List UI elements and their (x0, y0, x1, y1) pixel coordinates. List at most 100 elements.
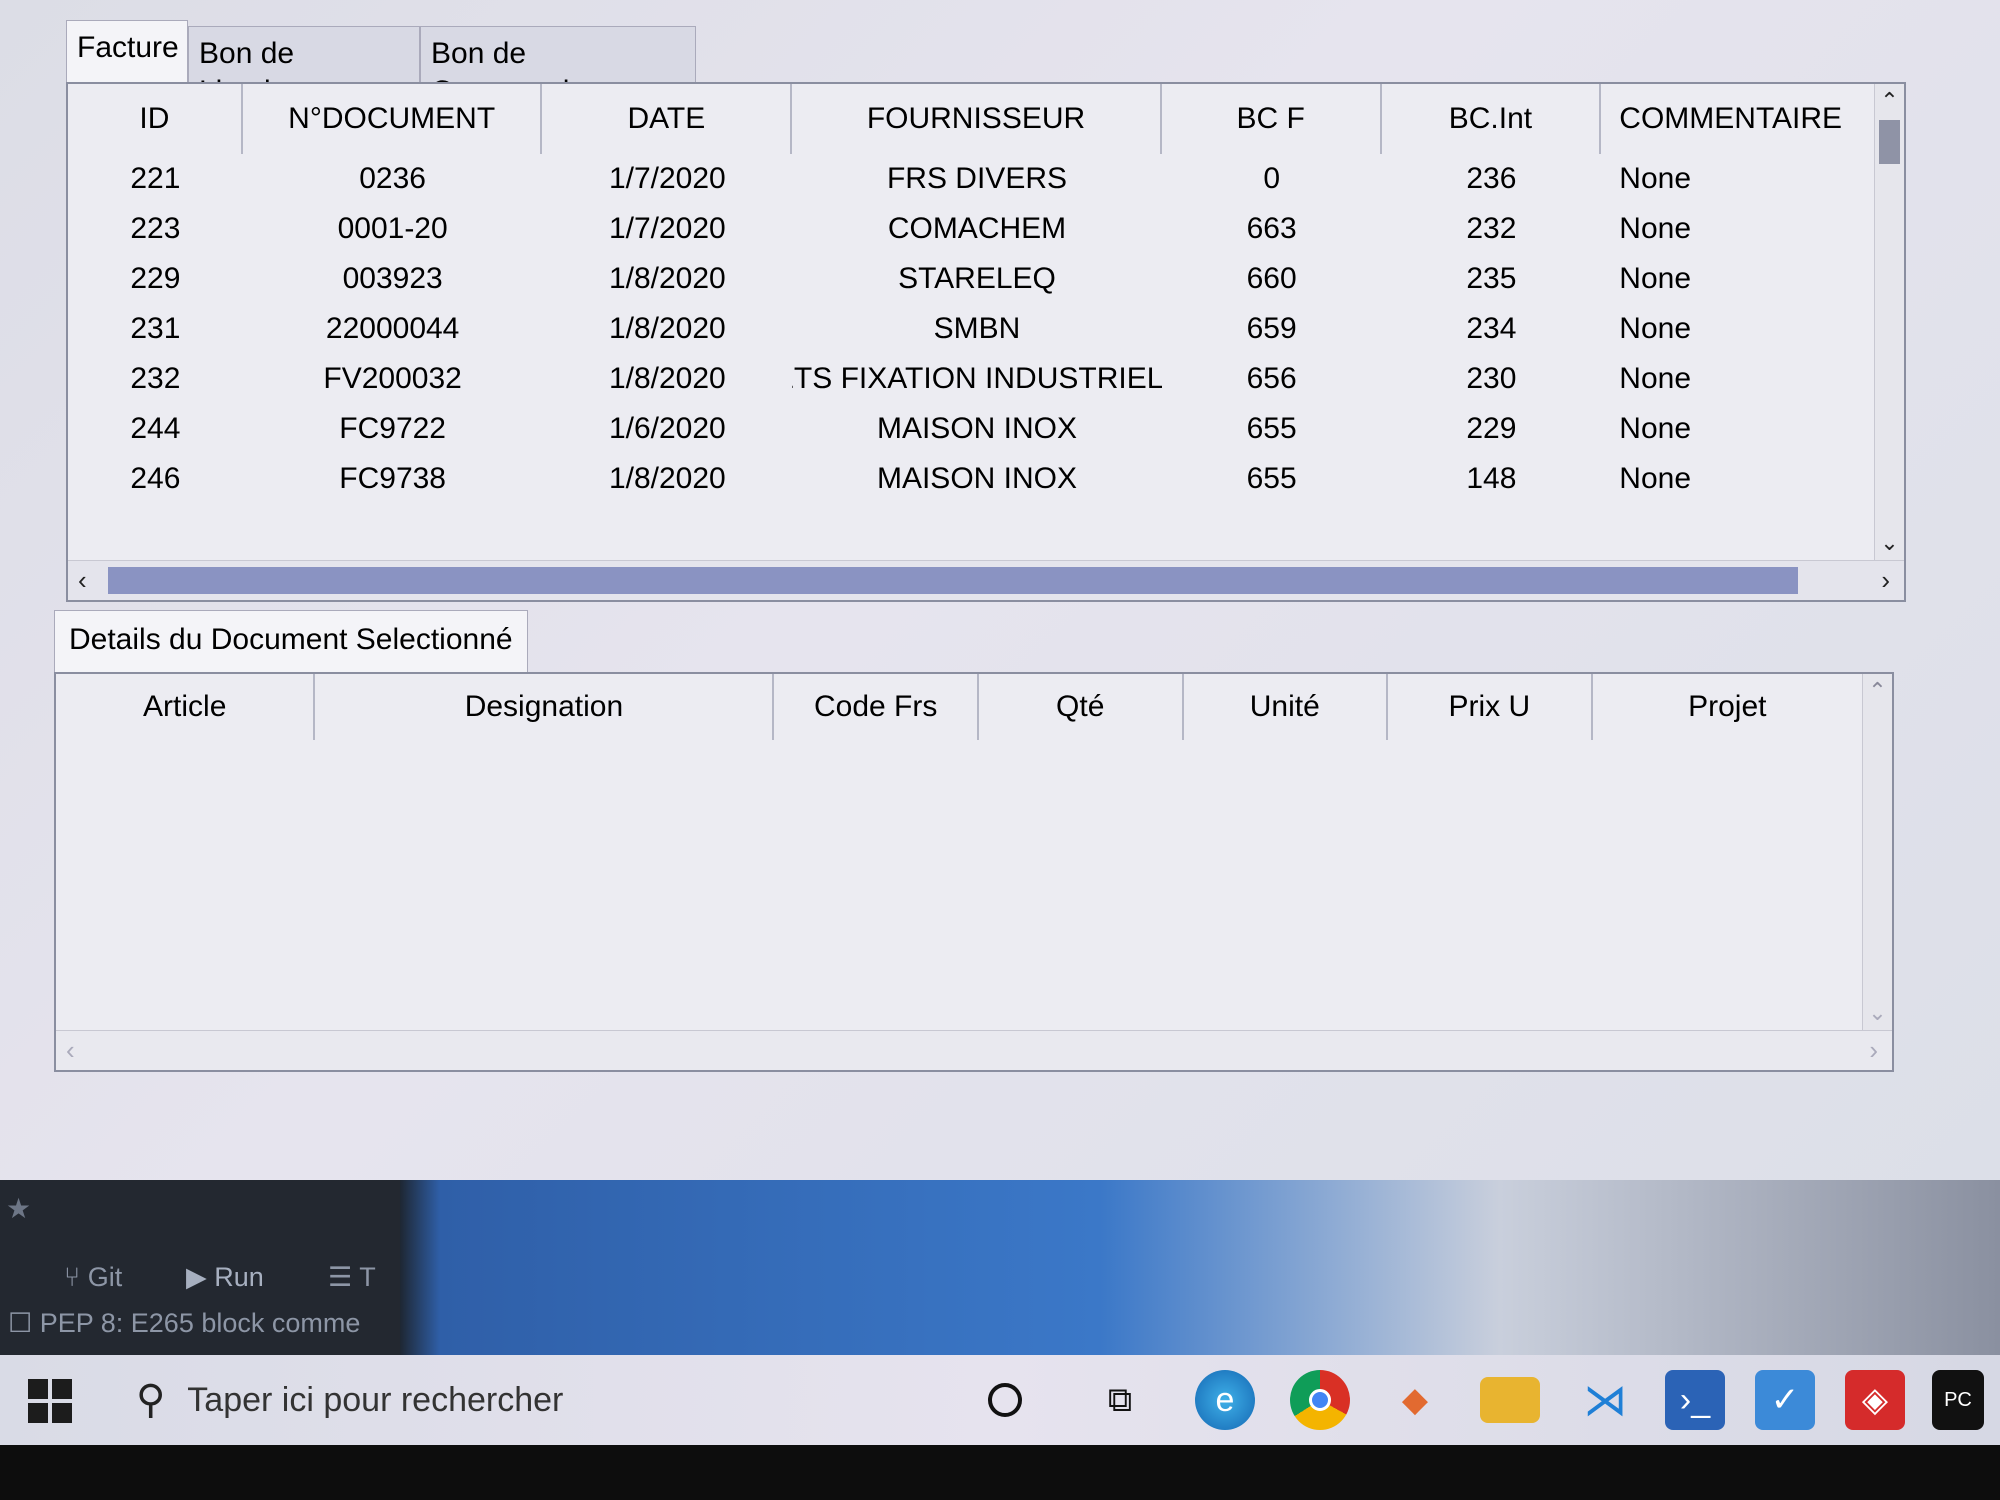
cell-bc-f: 655 (1246, 412, 1297, 445)
app-window: Facture Bon de Livraison Bon de Commande… (0, 0, 2000, 1180)
tab-bon-de-commande[interactable]: Bon de Commande (420, 26, 696, 108)
table-body: 221 0236 1/7/2020 FRS DIVERS 0 236 None 223 0001… (68, 154, 1874, 504)
cell-id: 231 (130, 312, 181, 345)
cell-commentaire: None (1619, 462, 1691, 495)
cell-fournisseur: STARELEQ (898, 262, 1056, 295)
cell-document: 0236 (359, 162, 426, 195)
col-header-bc-f[interactable]: BC F (1162, 84, 1382, 154)
run-tool-button[interactable]: ▶ Run (186, 1262, 264, 1293)
details-scroll-right-icon[interactable]: › (1869, 1035, 1878, 1065)
tab-details-document[interactable]: Details du Document Selectionné (54, 610, 528, 672)
cell-commentaire: None (1619, 362, 1691, 395)
table-row[interactable]: 231 22000044 1/8/2020 SMBN 659 234 None (68, 304, 1874, 354)
table-row[interactable]: 223 0001-20 1/7/2020 COMACHEM 663 232 None (68, 204, 1874, 254)
ide-tool-panel: ★ ⑂ Git ▶ Run ☰ T ☐ PEP 8: E265 block co… (0, 1180, 400, 1355)
cell-date: 1/8/2020 (608, 462, 726, 495)
app-icon[interactable]: ✓ (1755, 1370, 1815, 1430)
status-square-icon: ☐ (8, 1308, 40, 1338)
cell-date: 1/7/2020 (608, 162, 726, 195)
cell-date: 1/8/2020 (608, 312, 726, 345)
edge-icon[interactable]: e (1195, 1370, 1255, 1430)
details-horizontal-scrollbar[interactable]: ‹ › (56, 1030, 1892, 1070)
cell-bc-f: 655 (1246, 462, 1297, 495)
scroll-right-icon[interactable]: › (1881, 565, 1890, 595)
col-header-prix-u[interactable]: Prix U (1388, 674, 1593, 740)
cell-bc-f: 660 (1246, 262, 1297, 295)
col-header-commentaire[interactable]: COMMENTAIRE (1601, 84, 1874, 154)
col-header-fournisseur[interactable]: FOURNISSEUR (792, 84, 1162, 154)
table-row[interactable]: 229 003923 1/8/2020 STARELEQ 660 235 None (68, 254, 1874, 304)
cell-bc-int: 148 (1466, 462, 1517, 495)
cell-fournisseur: SMBN (933, 312, 1021, 345)
col-header-qte[interactable]: Qté (979, 674, 1184, 740)
documents-table: ID N°DOCUMENT DATE FOURNISSEUR BC F BC.I… (66, 82, 1906, 602)
col-header-code-frs[interactable]: Code Frs (774, 674, 979, 740)
table-row[interactable]: 246 FC9738 1/8/2020 MAISON INOX 655 148 None (68, 454, 1874, 504)
git-client-icon[interactable]: ◆ (1385, 1370, 1445, 1430)
git-icon: ⑂ (64, 1262, 88, 1292)
cell-bc-f: 0 (1263, 162, 1280, 195)
scroll-left-icon[interactable]: ‹ (78, 565, 87, 595)
task-view-icon[interactable]: ⧉ (1090, 1370, 1150, 1430)
vscode-icon[interactable]: ⋊ (1575, 1370, 1635, 1430)
pycharm-icon[interactable]: PC (1932, 1370, 1984, 1430)
tab-bon-de-livraison[interactable]: Bon de Livraison (188, 26, 420, 108)
col-header-id[interactable]: ID (68, 84, 243, 154)
cortana-circle-icon[interactable] (975, 1370, 1035, 1430)
todo-tool-button[interactable]: ☰ T (328, 1262, 376, 1293)
cell-id: 229 (130, 262, 181, 295)
col-header-unite[interactable]: Unité (1184, 674, 1389, 740)
anydesk-icon[interactable]: ◈ (1845, 1370, 1905, 1430)
windows-start-icon[interactable] (28, 1379, 72, 1423)
col-header-article[interactable]: Article (56, 674, 316, 740)
vertical-scroll-thumb[interactable] (1879, 120, 1900, 164)
cell-commentaire: None (1619, 162, 1691, 195)
cell-document: 003923 (342, 262, 443, 295)
details-vertical-scrollbar[interactable]: ⌃ ⌄ (1862, 674, 1892, 1030)
cell-date: 1/8/2020 (608, 362, 726, 395)
file-explorer-icon[interactable] (1480, 1377, 1540, 1423)
col-header-bc-int[interactable]: BC.Int (1382, 84, 1602, 154)
cell-bc-int: 234 (1466, 312, 1517, 345)
cell-commentaire: None (1619, 312, 1691, 345)
details-scroll-up-icon[interactable]: ⌃ (1863, 678, 1892, 704)
table-row[interactable]: 244 FC9722 1/6/2020 MAISON INOX 655 229 None (68, 404, 1874, 454)
run-icon: ▶ (186, 1262, 215, 1292)
details-scroll-down-icon[interactable]: ⌄ (1863, 1000, 1892, 1026)
taskbar-search-box[interactable]: ⚲ Taper ici pour rechercher (120, 1365, 940, 1435)
table-vertical-scrollbar[interactable]: ⌃ ⌄ (1874, 84, 1904, 560)
favorites-star-icon[interactable]: ★ (6, 1192, 31, 1225)
cell-document: FV200032 (323, 362, 462, 395)
cell-document: 0001-20 (337, 212, 448, 245)
tab-facture[interactable]: Facture (66, 20, 188, 82)
screen-bezel (0, 1445, 2000, 1500)
col-header-projet[interactable]: Projet (1593, 674, 1862, 740)
table-row[interactable]: 221 0236 1/7/2020 FRS DIVERS 0 236 None (68, 154, 1874, 204)
details-table: Article Designation Code Frs Qté Unité P… (54, 672, 1894, 1072)
cell-bc-int: 236 (1466, 162, 1517, 195)
col-header-date[interactable]: DATE (542, 84, 793, 154)
cell-bc-f: 659 (1246, 312, 1297, 345)
windows-taskbar: ⚲ Taper ici pour rechercher ⧉ e ◆ ⋊ ›_ ✓… (0, 1355, 2000, 1445)
cell-fournisseur: MAISON INOX (876, 412, 1077, 445)
cell-date: 1/7/2020 (608, 212, 726, 245)
ide-status-message: ☐ PEP 8: E265 block comme (8, 1308, 361, 1338)
col-header-designation[interactable]: Designation (315, 674, 775, 740)
powershell-icon[interactable]: ›_ (1665, 1370, 1725, 1430)
scroll-up-icon[interactable]: ⌃ (1875, 88, 1904, 114)
chrome-icon[interactable] (1290, 1370, 1350, 1430)
cell-id: 246 (130, 462, 181, 495)
details-tabs: Details du Document Selectionné (54, 610, 528, 672)
details-scroll-left-icon[interactable]: ‹ (66, 1035, 75, 1065)
table-row[interactable]: 232 FV200032 1/8/2020 ETS FIXATION INDUSTRI… (68, 354, 1874, 404)
git-tool-button[interactable]: ⑂ Git (64, 1262, 122, 1293)
cell-id: 244 (130, 412, 181, 445)
col-header-document[interactable]: N°DOCUMENT (243, 84, 543, 154)
document-type-tabs: Facture Bon de Livraison Bon de Commande (66, 20, 696, 108)
cell-fournisseur: MAISON INOX (876, 462, 1077, 495)
horizontal-scroll-thumb[interactable] (108, 567, 1798, 594)
cell-commentaire: None (1619, 212, 1691, 245)
table-horizontal-scrollbar[interactable]: ‹ › (68, 560, 1904, 600)
scroll-down-icon[interactable]: ⌄ (1875, 530, 1904, 556)
cell-document: FC9722 (339, 412, 446, 445)
